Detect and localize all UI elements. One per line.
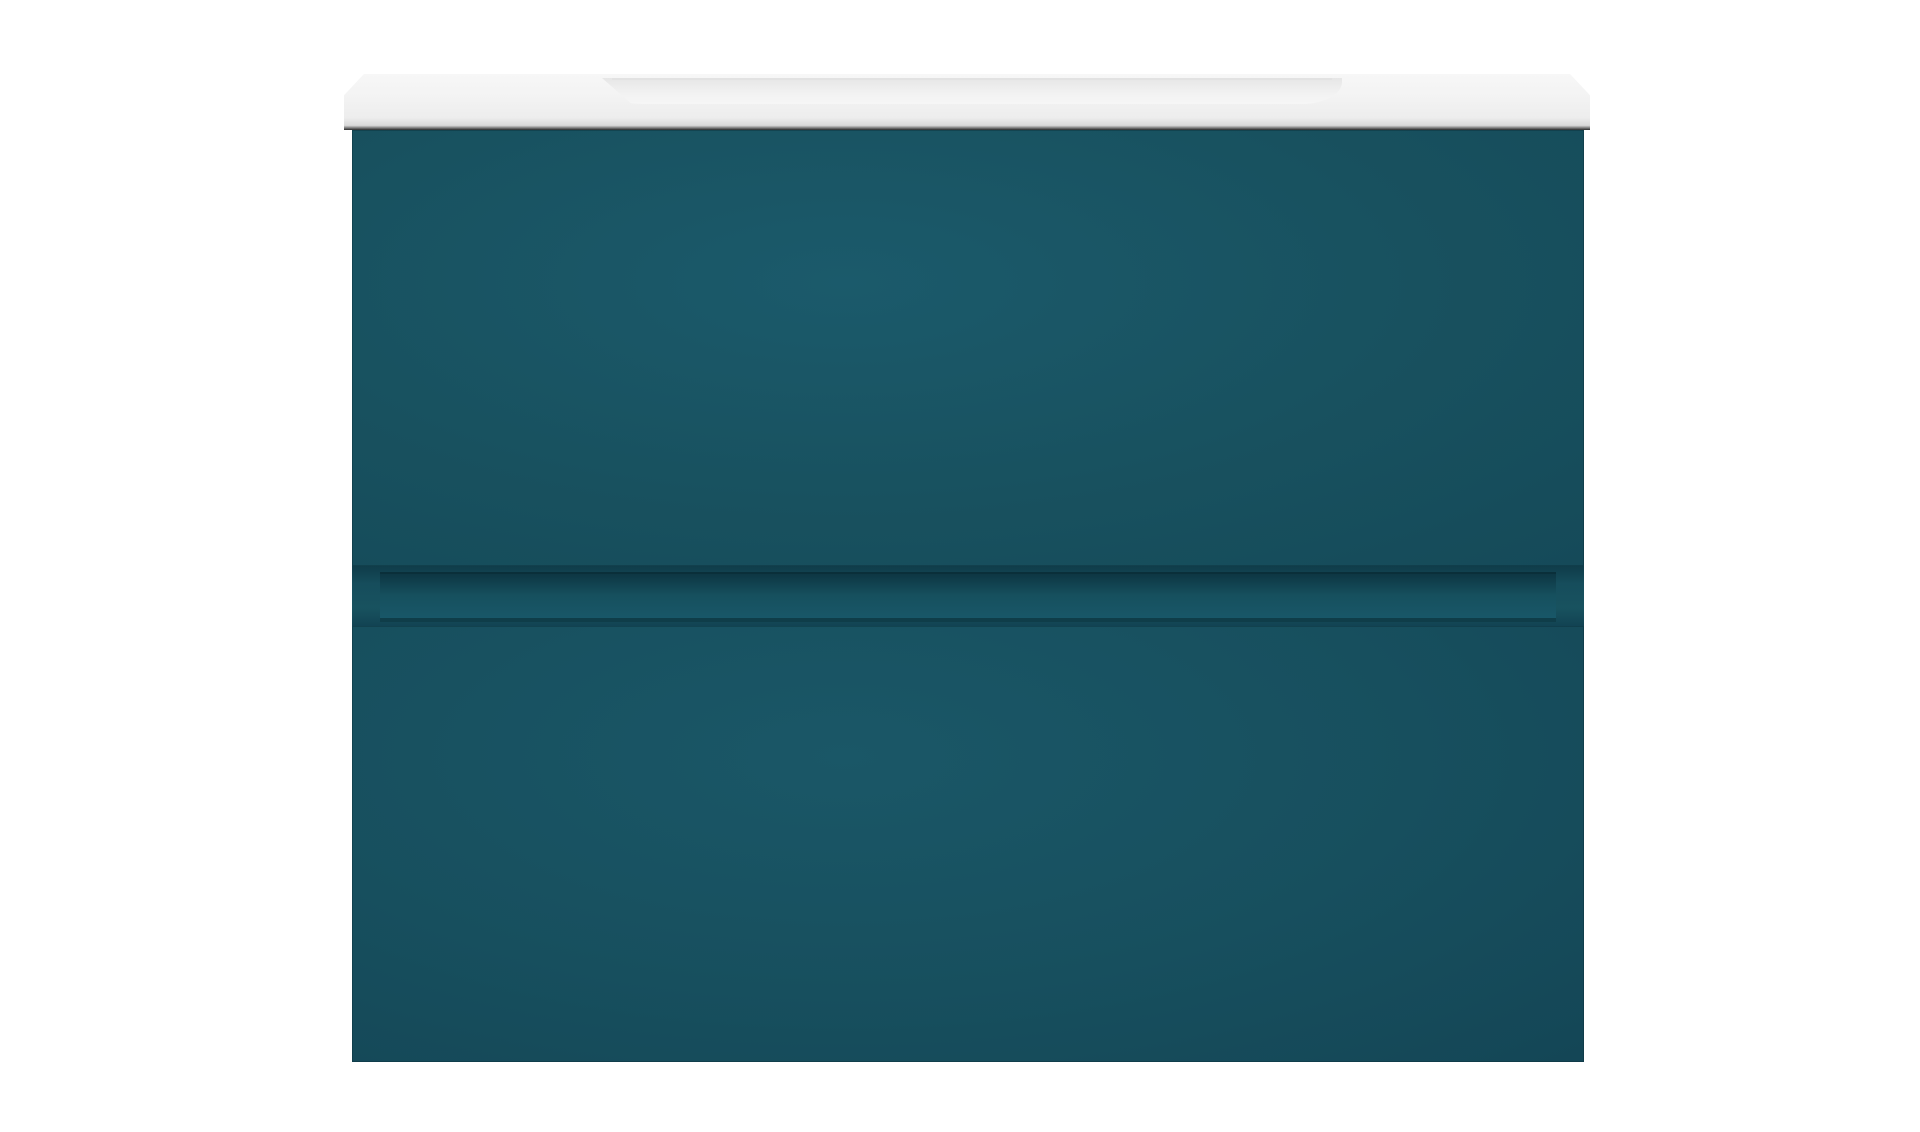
product-photo — [0, 0, 1920, 1132]
handle-shadow — [380, 618, 1556, 622]
basin-rim — [612, 78, 1332, 80]
lower-drawer — [352, 626, 1584, 1062]
cabinet — [352, 130, 1584, 1062]
countertop — [344, 74, 1590, 130]
basin — [602, 78, 1342, 104]
upper-drawer — [352, 130, 1584, 566]
handle-channel — [380, 572, 1556, 622]
bathroom-vanity — [344, 74, 1590, 1062]
